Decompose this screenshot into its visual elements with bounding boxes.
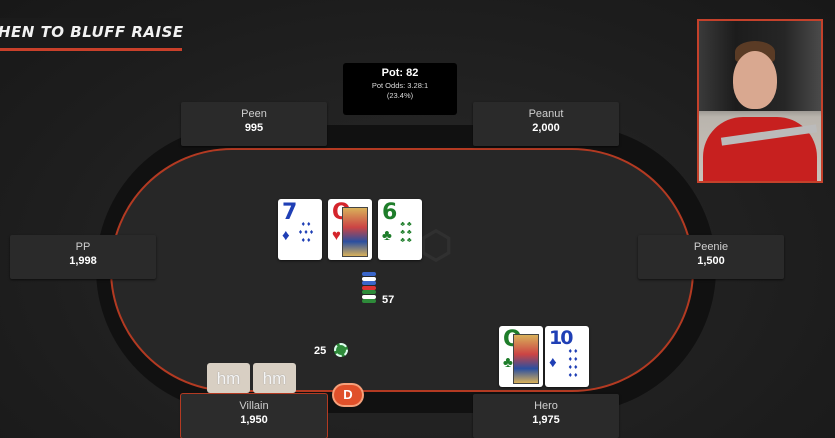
webcam-face <box>733 51 777 109</box>
seat-pp[interactable]: PP 1,998 <box>10 235 156 279</box>
villain-card-back: hm <box>207 363 250 393</box>
queen-face-icon <box>513 334 539 384</box>
board-card: 6 ♣ ♣ ♣ ♣ ♣ ♣ ♣ <box>378 199 422 260</box>
hero-card: Q ♣ <box>499 326 543 387</box>
dealer-button: D <box>334 385 362 405</box>
pot-odds: Pot Odds: 3.28:1 <box>371 81 429 90</box>
card-pips: ♣ ♣ ♣ ♣ ♣ ♣ <box>400 221 412 244</box>
pot-chip-stack <box>362 272 376 308</box>
pot-amount: Pot: 82 <box>381 67 419 79</box>
seat-name: PP <box>75 241 91 253</box>
seat-stack: 1,998 <box>69 255 97 267</box>
hero-card: 10 ♦ ♦ ♦ ♦ ♦ ♦ ♦ ♦ ♦ <box>545 326 589 387</box>
heart-icon: ♥ <box>332 227 341 244</box>
pot-percent: (23.4%) <box>386 91 414 100</box>
club-icon: ♣ <box>503 354 513 371</box>
seat-name: Peenie <box>693 241 729 253</box>
diamond-icon: ♦ <box>282 227 290 244</box>
seat-peenie[interactable]: Peenie 1,500 <box>638 235 784 279</box>
club-icon: ♣ <box>382 227 392 244</box>
banner-title: HEN TO BLUFF RAISE <box>0 23 184 41</box>
seat-name: Villain <box>239 400 269 412</box>
villain-card-back: hm <box>253 363 296 393</box>
board-card: 7 ♦ ♦ ♦ ♦ ♦ ♦ ♦ ♦ <box>278 199 322 260</box>
seat-stack: 1,500 <box>697 255 725 267</box>
pot-info: Pot: 82 Pot Odds: 3.28:1 (23.4%) <box>343 63 457 115</box>
diamond-icon: ♦ <box>549 354 557 371</box>
seat-stack: 1,975 <box>532 414 560 426</box>
seat-hero[interactable]: Hero 1,975 <box>473 394 619 438</box>
seat-name: Peanut <box>528 108 564 120</box>
seat-peen[interactable]: Peen 995 <box>181 102 327 146</box>
villain-bet-amount: 25 <box>314 345 327 357</box>
chip-icon <box>334 343 348 357</box>
seat-stack: 995 <box>244 122 264 134</box>
card-pips: ♦ ♦ ♦ ♦ ♦ ♦ ♦ <box>298 221 314 244</box>
seat-stack: 2,000 <box>532 122 560 134</box>
seat-name: Peen <box>241 108 267 120</box>
seat-peanut[interactable]: Peanut 2,000 <box>473 102 619 146</box>
seat-villain[interactable]: Villain 1,950 <box>181 394 327 438</box>
card-rank: 10 <box>549 327 573 349</box>
title-banner: HEN TO BLUFF RAISE <box>0 18 184 51</box>
pot-chip-amount: 57 <box>382 294 395 306</box>
card-pips: ♦ ♦ ♦ ♦ ♦ ♦ ♦ ♦ <box>568 348 578 379</box>
seat-name: Hero <box>534 400 558 412</box>
seat-stack: 1,950 <box>240 414 268 426</box>
table-felt <box>112 150 692 390</box>
board-card: Q ♥ <box>328 199 372 260</box>
queen-face-icon <box>342 207 368 257</box>
webcam-feed <box>697 19 823 183</box>
